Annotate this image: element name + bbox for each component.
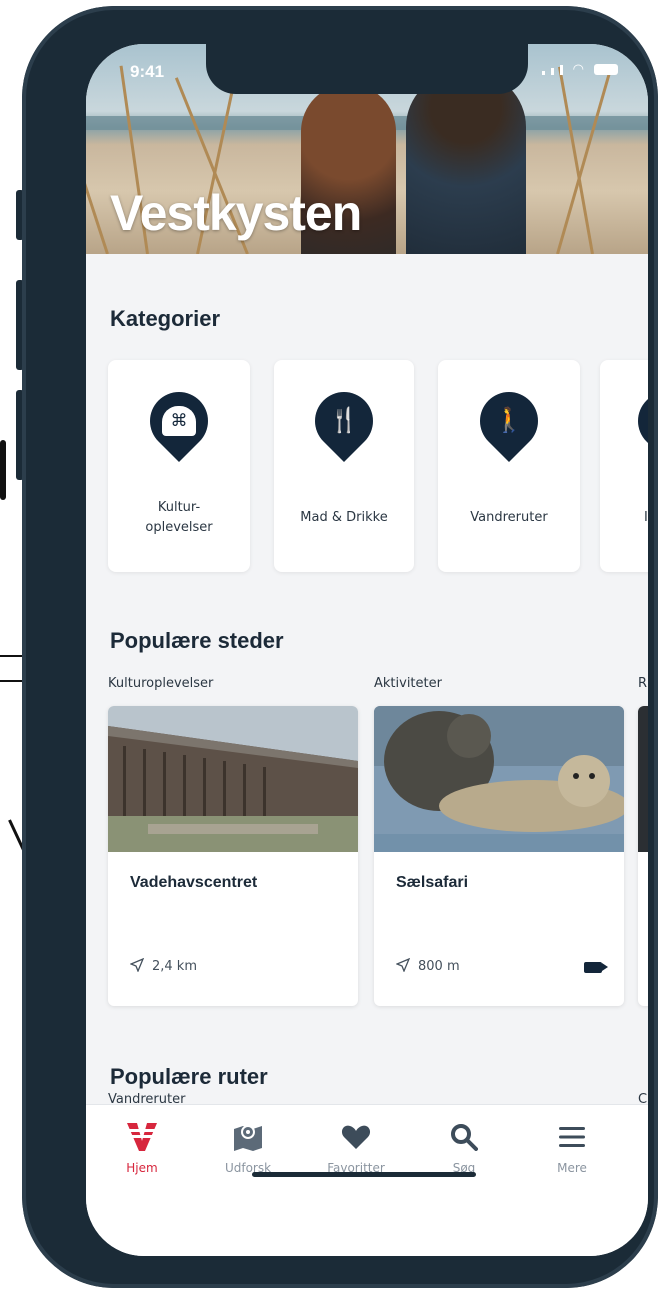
phone-frame: Vestkysten 9:41 ◠ Kategorier ⌘ Kultur- o…	[22, 6, 658, 1288]
signal-icon	[559, 65, 563, 75]
app-screen: Vestkysten 9:41 ◠ Kategorier ⌘ Kultur- o…	[86, 44, 648, 1256]
tab-label: Mere	[557, 1161, 587, 1175]
notch	[206, 44, 528, 94]
kultur-icon: ⌘	[162, 406, 196, 436]
place-image	[374, 706, 624, 852]
place-card-vadehavscentret[interactable]: Vadehavscentret 2,4 km	[108, 706, 358, 1006]
category-label: Mad & Drikke	[300, 510, 388, 525]
signal-icon	[541, 71, 545, 75]
category-card-vandreruter[interactable]: 🚶 Vandreruter	[438, 360, 580, 572]
place-card-saelsafari[interactable]: Sælsafari 800 m	[374, 706, 624, 1006]
place-image	[108, 706, 358, 852]
fork-knife-icon: 🍴	[329, 406, 359, 434]
place-distance: 2,4 km	[130, 958, 197, 974]
category-label: Kultur- oplevelser	[145, 500, 213, 535]
distance-text: 800 m	[418, 959, 460, 974]
battery-icon	[594, 64, 618, 75]
map-icon	[200, 1119, 296, 1155]
place-image	[638, 706, 648, 852]
navigation-arrow-icon	[130, 958, 144, 972]
section-title-categories: Kategorier	[110, 306, 221, 331]
status-icons: ◠	[541, 62, 618, 77]
bottom-tab-bar: Hjem Udforsk Favoritter Søg Mere	[86, 1104, 648, 1256]
category-card-partial[interactable]: I	[600, 360, 648, 572]
heart-icon	[308, 1119, 404, 1155]
hero-person	[406, 72, 526, 254]
category-label: I	[644, 510, 648, 525]
search-icon	[416, 1119, 512, 1155]
distance-text: 2,4 km	[152, 959, 197, 974]
tab-udforsk[interactable]: Udforsk	[200, 1119, 296, 1175]
tab-hjem[interactable]: Hjem	[94, 1119, 190, 1175]
wifi-icon: ◠	[572, 62, 584, 77]
tab-favoritter[interactable]: Favoritter	[308, 1119, 404, 1175]
section-title-popular-places: Populære steder	[110, 628, 284, 653]
decorative-line	[0, 440, 6, 500]
column-label: R	[638, 676, 648, 691]
menu-icon	[524, 1119, 620, 1155]
category-card-mad-drikke[interactable]: 🍴 Mad & Drikke	[274, 360, 414, 572]
home-indicator[interactable]	[252, 1172, 476, 1177]
column-label: Aktiviteter	[374, 676, 442, 691]
map-pin-icon	[625, 379, 648, 463]
signal-icon	[550, 68, 554, 75]
status-time: 9:41	[130, 62, 165, 81]
category-card-kultur[interactable]: ⌘ Kultur- oplevelser	[108, 360, 250, 572]
place-card-partial[interactable]	[638, 706, 648, 1006]
place-name: Vadehavscentret	[130, 874, 258, 891]
section-title-popular-routes: Populære ruter	[110, 1064, 268, 1089]
tab-label: Hjem	[126, 1161, 158, 1175]
walking-icon: 🚶	[494, 406, 524, 434]
tab-sog[interactable]: Søg	[416, 1119, 512, 1175]
video-camera-icon	[584, 962, 608, 973]
page-title: Vestkysten	[110, 185, 362, 241]
place-distance: 800 m	[396, 958, 460, 974]
navigation-arrow-icon	[396, 958, 410, 972]
home-logo-icon	[94, 1119, 190, 1155]
column-label: Kulturoplevelser	[108, 676, 214, 691]
place-name: Sælsafari	[396, 874, 469, 891]
tab-mere[interactable]: Mere	[524, 1119, 620, 1175]
hero-grass	[86, 72, 109, 254]
category-label: Vandreruter	[470, 510, 548, 525]
